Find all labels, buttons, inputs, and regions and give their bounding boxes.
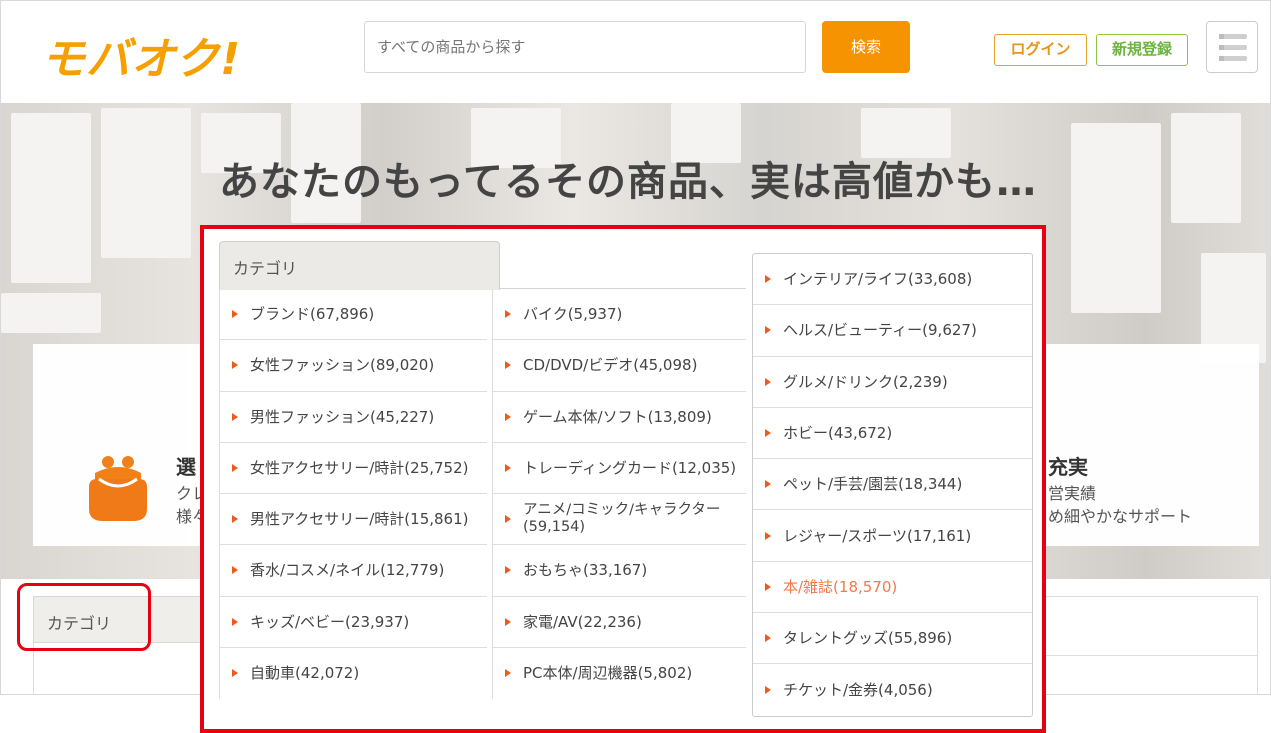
category-item[interactable]: 女性アクセサリー/時計(25,752) (220, 443, 487, 494)
category-item[interactable]: インテリア/ライフ(33,608) (753, 254, 1032, 306)
site-logo[interactable]: モバオク! (41, 23, 241, 87)
category-item[interactable]: ペット/手芸/園芸(18,344) (753, 459, 1032, 511)
category-item[interactable]: 男性アクセサリー/時計(15,861) (220, 494, 487, 546)
category-item[interactable]: トレーディングカード(12,035) (493, 443, 746, 494)
category-item[interactable]: ヘルス/ビューティー(9,627) (753, 305, 1032, 357)
category-item[interactable]: キッズ/ベビー(23,937) (220, 597, 487, 648)
category-column-1: ブランド(67,896) 女性ファッション(89,020) 男性ファッション(4… (219, 289, 487, 699)
category-column-3: インテリア/ライフ(33,608) ヘルス/ビューティー(9,627) グルメ/… (752, 253, 1033, 717)
wallet-icon (89, 456, 147, 521)
category-item[interactable]: レジャー/スポーツ(17,161) (753, 510, 1032, 562)
feature-right-heading: 充実 (1048, 455, 1088, 479)
category-item[interactable]: おもちゃ(33,167) (493, 545, 746, 597)
search-input[interactable] (364, 21, 806, 73)
category-column-2: バイク(5,937) CD/DVD/ビデオ(45,098) ゲーム本体/ソフト(… (492, 289, 746, 699)
register-button[interactable]: 新規登録 (1096, 34, 1188, 66)
site-header: モバオク! 検索 ログイン 新規登録 (1, 1, 1270, 103)
tab-category-zoomed[interactable]: カテゴリ (219, 241, 500, 290)
category-item[interactable]: バイク(5,937) (493, 289, 746, 341)
hero-headline: あなたのもってるその商品、実は高値かも… (219, 159, 1037, 205)
feature-right-line: 営実績 (1048, 484, 1097, 503)
category-item[interactable]: グルメ/ドリンク(2,239) (753, 357, 1032, 408)
highlight-ring (17, 583, 151, 651)
feature-left-heading: 選 (176, 455, 196, 479)
category-item[interactable]: CD/DVD/ビデオ(45,098) (493, 340, 746, 392)
category-item[interactable]: PC本体/周辺機器(5,802) (493, 648, 746, 699)
category-section-edge (1041, 596, 1258, 656)
category-item[interactable]: 香水/コスメ/ネイル(12,779) (220, 545, 487, 597)
category-item[interactable]: ブランド(67,896) (220, 289, 487, 341)
category-item[interactable]: タレントグッズ(55,896) (753, 613, 1032, 665)
category-item[interactable]: ゲーム本体/ソフト(13,809) (493, 392, 746, 443)
category-item[interactable]: ホビー(43,672) (753, 408, 1032, 460)
category-item[interactable]: 女性ファッション(89,020) (220, 340, 487, 392)
category-item[interactable]: チケット/金券(4,056) (753, 664, 1032, 715)
category-item[interactable]: 家電/AV(22,236) (493, 597, 746, 648)
category-item[interactable]: 自動車(42,072) (220, 648, 487, 699)
category-item-active[interactable]: 本/雑誌(18,570) (753, 562, 1032, 614)
category-item[interactable]: 男性ファッション(45,227) (220, 392, 487, 443)
search-button[interactable]: 検索 (822, 21, 910, 73)
category-item[interactable]: アニメ/コミック/キャラクター(59,154) (493, 494, 746, 546)
login-button[interactable]: ログイン (994, 34, 1087, 66)
feature-right-line: め細やかなサポート (1048, 507, 1193, 526)
hamburger-menu-icon[interactable] (1206, 21, 1258, 73)
